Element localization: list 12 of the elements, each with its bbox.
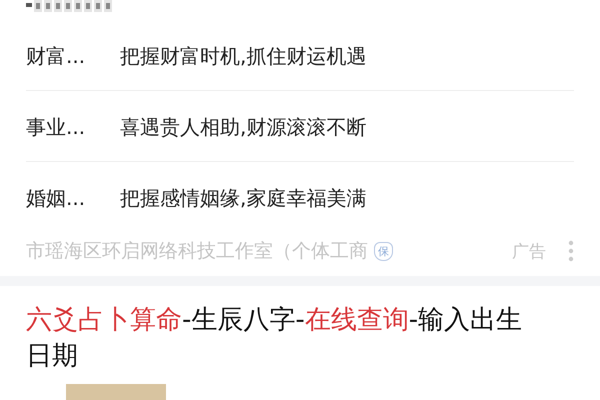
result-title[interactable]: 六爻占卜算命-生辰八字-在线查询-输入出生日期 (26, 302, 546, 374)
advertiser-name: 市瑶海区环启网络科技工作室（个体工商 (26, 239, 368, 264)
strip-mark-icon (26, 3, 32, 7)
row-label[interactable]: 婚姻... (26, 184, 120, 212)
row-text[interactable]: 喜遇贵人相助,财源滚滚不断 (120, 114, 366, 140)
more-icon[interactable] (568, 240, 574, 262)
row-text[interactable]: 把握感情姻缘,家庭幸福美满 (120, 184, 366, 212)
guarantee-badge: 保 (374, 242, 393, 260)
row-label[interactable]: 事业... (26, 114, 120, 140)
row-text[interactable]: 把握财富时机,抓住财运机遇 (120, 42, 366, 70)
ad-label: 广告 (512, 240, 546, 262)
row-label[interactable]: 财富... (26, 42, 120, 70)
